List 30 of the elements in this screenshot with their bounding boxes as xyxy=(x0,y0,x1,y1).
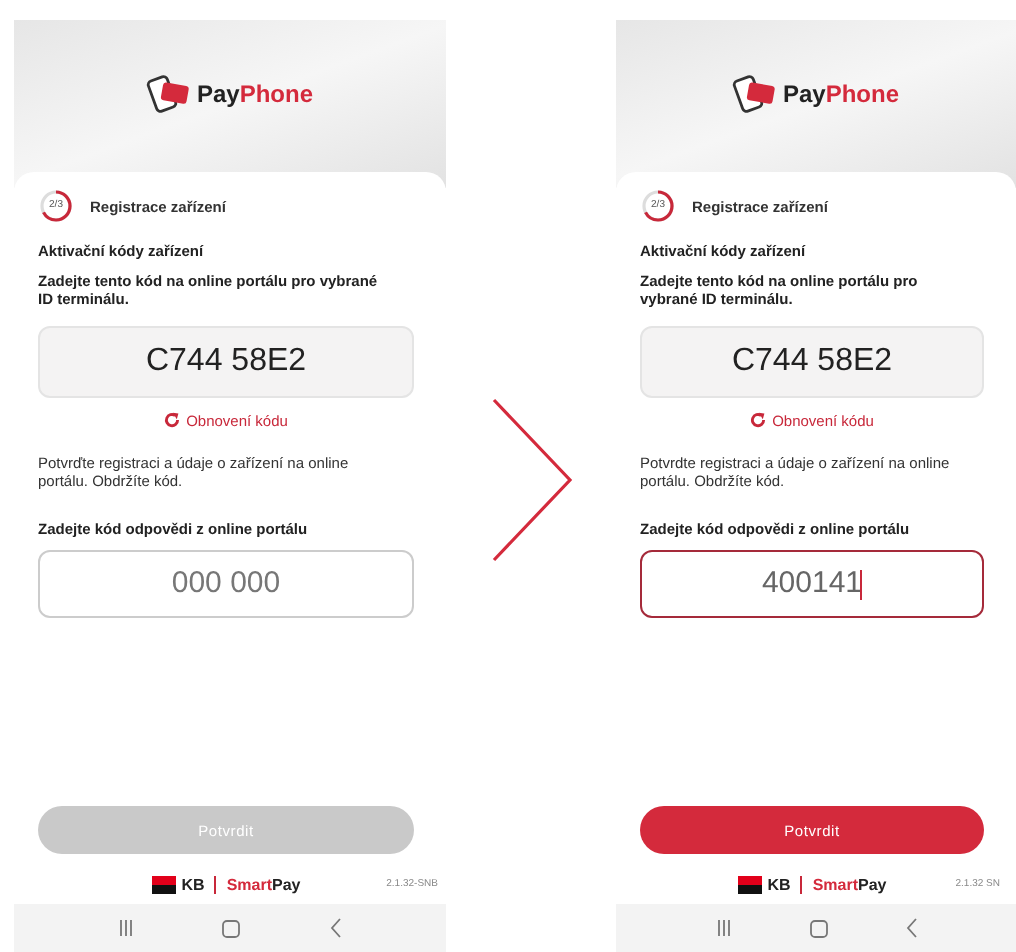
chevron-right-icon xyxy=(489,396,573,564)
back-icon[interactable] xyxy=(905,918,917,938)
activation-code: C744 58E2 xyxy=(38,325,414,398)
brand-text-first: Smart xyxy=(812,875,858,893)
phone-card-icon xyxy=(146,74,191,114)
logo-text-second: Phone xyxy=(825,80,900,108)
brand-text-second: Pay xyxy=(858,875,887,893)
divider-bar xyxy=(800,875,803,893)
text-cursor xyxy=(860,569,862,599)
brand-text-second: Pay xyxy=(272,875,301,893)
refresh-icon xyxy=(750,412,767,429)
response-code-field[interactable]: 000 000 xyxy=(38,549,414,617)
logo-text-first: Pay xyxy=(782,80,826,108)
brand-text-first: Smart xyxy=(226,875,272,893)
response-code-field[interactable]: 400141 xyxy=(640,549,984,617)
logo-text-second: Phone xyxy=(239,80,314,108)
recent-apps-icon[interactable] xyxy=(118,920,135,936)
bank-logo-icon xyxy=(737,875,762,893)
activation-code: C744 58E2 xyxy=(640,325,984,398)
bank-name: KB xyxy=(181,875,205,893)
home-icon[interactable] xyxy=(222,919,241,937)
home-icon[interactable] xyxy=(809,919,827,937)
divider-bar xyxy=(214,875,217,893)
back-icon[interactable] xyxy=(329,918,342,938)
bank-name: KB xyxy=(767,875,791,893)
recent-apps-icon[interactable] xyxy=(715,920,731,936)
bank-logo-icon xyxy=(151,875,176,893)
refresh-icon xyxy=(164,412,181,429)
logo-text-first: Pay xyxy=(196,80,240,108)
phone-card-icon xyxy=(732,74,777,114)
